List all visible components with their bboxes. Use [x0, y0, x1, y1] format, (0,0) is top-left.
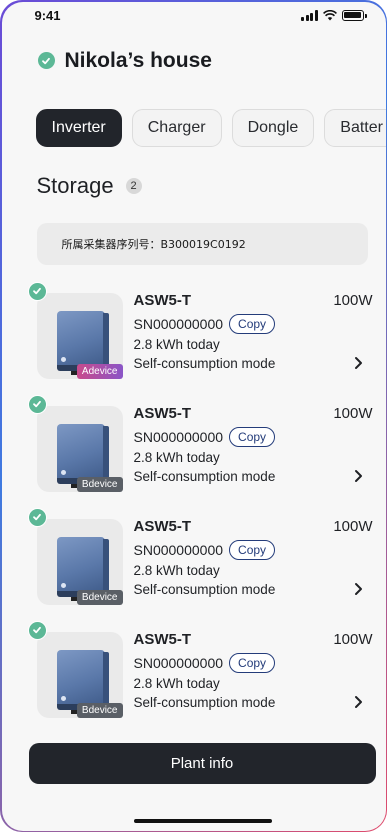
- tab-battery[interactable]: Batter: [324, 108, 386, 147]
- inverter-image: [56, 310, 105, 369]
- status-bar: 9:41: [2, 2, 386, 32]
- device-energy-today: 2.8 kWh today: [133, 562, 220, 578]
- device-type-tabs: Inverter Charger Dongle Batter: [35, 108, 386, 147]
- copy-button[interactable]: Copy: [229, 539, 276, 560]
- device-name: ASW5-T: [133, 517, 192, 535]
- copy-button[interactable]: Copy: [229, 426, 276, 447]
- status-time: 9:41: [34, 7, 61, 23]
- device-mode: Self-consumption mode: [133, 468, 276, 484]
- section-title: Storage: [36, 172, 114, 198]
- online-check-icon: [27, 394, 47, 414]
- device-power: 100W: [333, 291, 373, 309]
- collector-serial-box: 所属采集器序列号：B300019C0192: [36, 222, 368, 265]
- section-header: Storage 2: [37, 173, 142, 199]
- signal-icon: [301, 9, 318, 21]
- inverter-image: [56, 536, 105, 595]
- chevron-right-icon[interactable]: [349, 693, 367, 711]
- copy-button[interactable]: Copy: [229, 652, 276, 673]
- device-card[interactable]: Adevice ASW5-T 100W SN000000000 Copy 2.8…: [27, 281, 373, 387]
- device-serial: SN000000000: [133, 428, 224, 445]
- device-name: ASW5-T: [133, 291, 192, 309]
- device-tag: Bdevice: [76, 589, 123, 605]
- device-thumbnail: Adevice: [36, 292, 123, 379]
- device-thumbnail: Bdevice: [36, 405, 123, 492]
- device-serial: SN000000000: [133, 654, 224, 671]
- tab-dongle[interactable]: Dongle: [231, 108, 315, 147]
- online-check-icon: [27, 507, 47, 527]
- wifi-icon: [322, 9, 337, 20]
- device-serial: SN000000000: [133, 541, 224, 558]
- device-power: 100W: [333, 630, 373, 648]
- device-mode: Self-consumption mode: [133, 694, 276, 710]
- app-screen: 9:41 Nikola’s house Inverter Charger Don…: [1, 1, 386, 831]
- device-tag: Bdevice: [76, 702, 123, 718]
- device-card[interactable]: Bdevice ASW5-T 100W SN000000000 Copy 2.8…: [27, 394, 373, 500]
- serial-row: SN000000000 Copy: [133, 539, 276, 560]
- online-check-icon: [37, 52, 55, 69]
- home-indicator: [133, 818, 272, 823]
- online-check-icon: [27, 620, 47, 640]
- online-check-icon: [27, 281, 47, 301]
- status-icons: [301, 9, 367, 21]
- chevron-right-icon[interactable]: [349, 580, 367, 598]
- phone-frame: 9:41 Nikola’s house Inverter Charger Don…: [0, 0, 387, 832]
- device-serial: SN000000000: [133, 315, 224, 332]
- inverter-image: [56, 423, 105, 482]
- serial-row: SN000000000 Copy: [133, 426, 276, 447]
- device-name: ASW5-T: [133, 404, 192, 422]
- tab-inverter[interactable]: Inverter: [35, 108, 122, 147]
- device-card[interactable]: Bdevice ASW5-T 100W SN000000000 Copy 2.8…: [27, 620, 373, 726]
- page-title: Nikola’s house: [64, 48, 212, 72]
- device-tag: Adevice: [76, 363, 123, 379]
- device-energy-today: 2.8 kWh today: [133, 449, 220, 465]
- tab-charger[interactable]: Charger: [131, 108, 222, 147]
- device-power: 100W: [333, 404, 373, 422]
- device-thumbnail: Bdevice: [36, 518, 123, 605]
- chevron-right-icon[interactable]: [349, 467, 367, 485]
- count-badge: 2: [125, 177, 142, 194]
- plant-info-button[interactable]: Plant info: [28, 742, 376, 784]
- device-energy-today: 2.8 kWh today: [133, 336, 220, 352]
- device-energy-today: 2.8 kWh today: [133, 675, 220, 691]
- serial-row: SN000000000 Copy: [133, 313, 276, 334]
- serial-row: SN000000000 Copy: [133, 652, 276, 673]
- device-thumbnail: Bdevice: [36, 631, 123, 718]
- copy-button[interactable]: Copy: [229, 313, 276, 334]
- device-mode: Self-consumption mode: [133, 581, 276, 597]
- chevron-right-icon[interactable]: [349, 354, 367, 372]
- device-power: 100W: [333, 517, 373, 535]
- device-card[interactable]: Bdevice ASW5-T 100W SN000000000 Copy 2.8…: [27, 507, 373, 613]
- device-tag: Bdevice: [76, 476, 123, 492]
- inverter-image: [56, 649, 105, 708]
- header: Nikola’s house: [37, 48, 212, 73]
- device-mode: Self-consumption mode: [133, 355, 276, 371]
- battery-icon: [341, 9, 367, 21]
- device-name: ASW5-T: [133, 630, 192, 648]
